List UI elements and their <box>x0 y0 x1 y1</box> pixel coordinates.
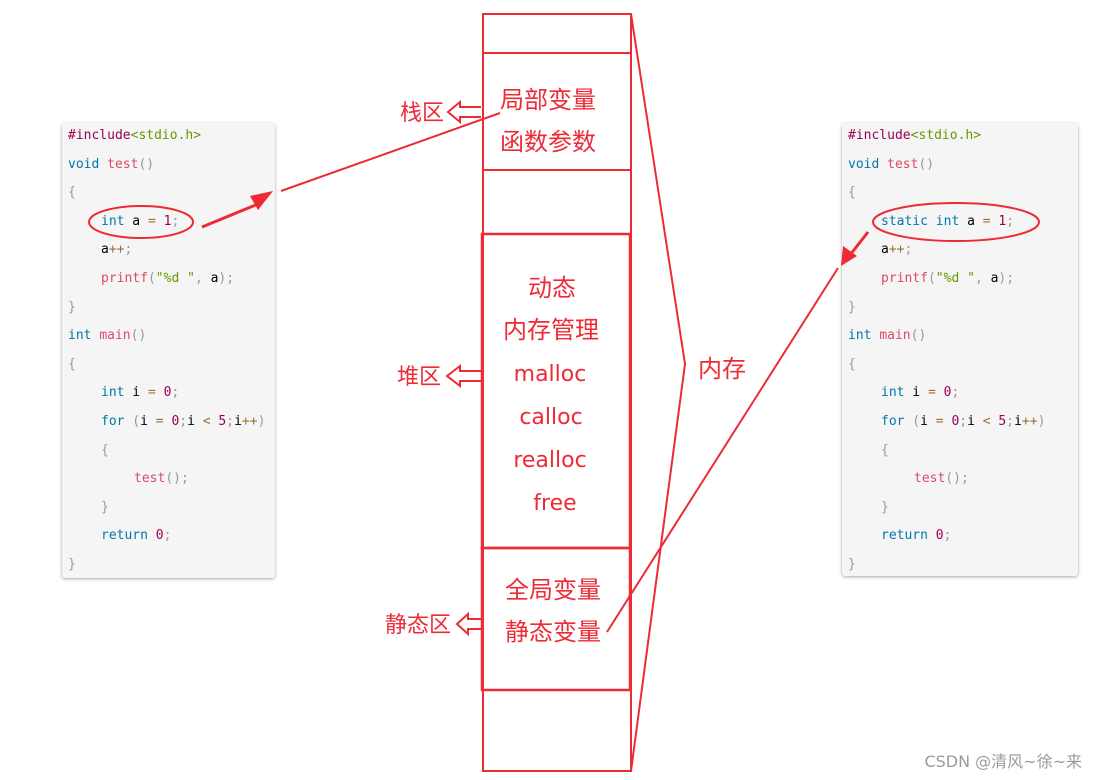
static-line-1: 全局变量 <box>505 576 601 604</box>
heap-label: 堆区 <box>397 365 441 390</box>
heap-line-6: free <box>533 491 576 516</box>
heap-line-2: 内存管理 <box>503 316 599 344</box>
heap-arrow-icon <box>445 363 481 389</box>
static-label: 静态区 <box>385 613 451 638</box>
memory-label: 内存 <box>698 355 746 383</box>
stack-arrow-icon <box>446 99 481 125</box>
memory-diagram: 内存 局部变量 函数参数 栈区 动态 内存管理 malloc calloc re… <box>88 13 1040 772</box>
heap-line-5: realloc <box>513 448 586 473</box>
watermark: CSDN @清风~徐~来 <box>924 752 1082 771</box>
right-highlight-ellipse <box>872 202 1040 242</box>
right-pointer-arrow-icon <box>841 231 870 266</box>
heap-line-3: malloc <box>514 362 587 387</box>
memory-brace <box>630 13 687 772</box>
static-arrow-icon <box>455 611 481 637</box>
heap-line-4: calloc <box>519 405 582 430</box>
left-highlight-ellipse <box>88 205 194 239</box>
left-pointer-arrow-icon <box>201 191 273 229</box>
stack-line-1: 局部变量 <box>500 86 596 114</box>
stack-connector-line <box>280 112 501 192</box>
static-connector-line <box>606 267 839 633</box>
heap-line-1: 动态 <box>528 274 576 302</box>
stack-label: 栈区 <box>400 101 444 126</box>
static-line-2: 静态变量 <box>505 618 601 646</box>
stack-line-2: 函数参数 <box>500 128 596 156</box>
